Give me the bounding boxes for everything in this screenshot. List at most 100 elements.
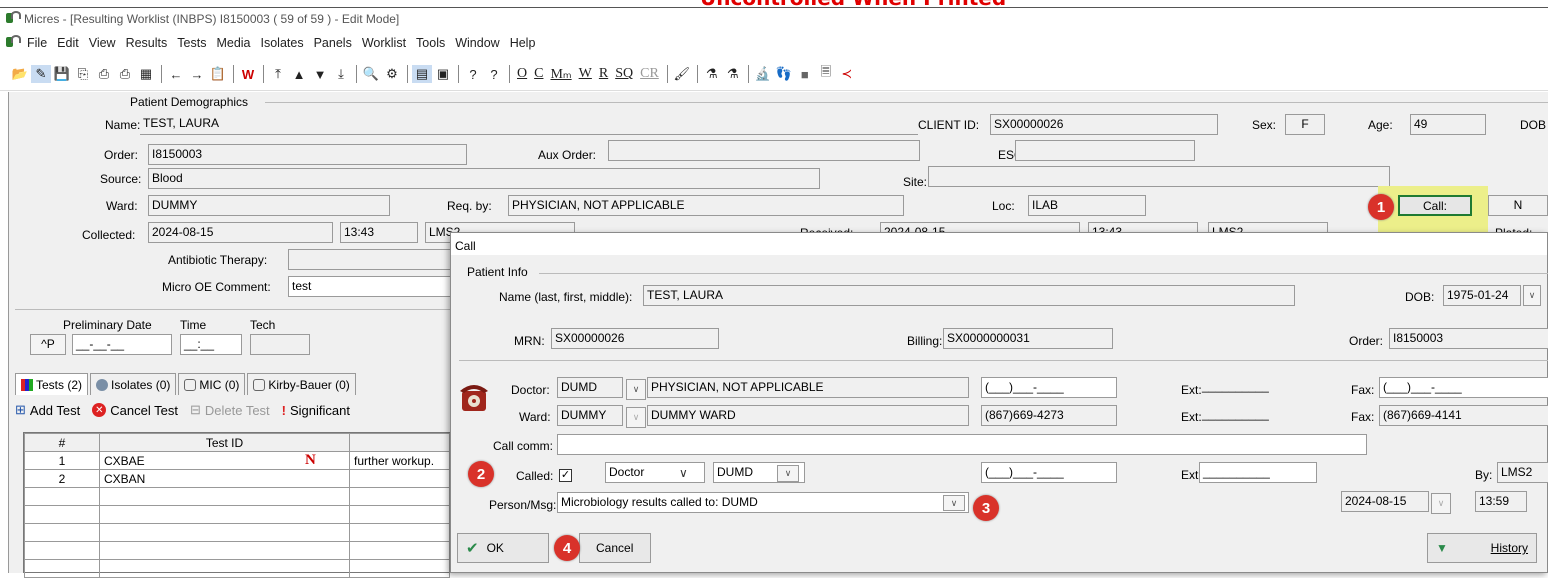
dob-label: DOB <box>1520 118 1547 132</box>
app-menu-icon[interactable] <box>6 35 22 49</box>
called-type-select[interactable]: Doctor <box>605 462 705 483</box>
called-type-chevron-down-icon[interactable]: ∨ <box>679 466 688 480</box>
aux-order-field[interactable] <box>608 140 920 161</box>
brush-icon[interactable]: 🖌 <box>672 65 692 83</box>
save-icon[interactable]: 💾 <box>52 65 72 83</box>
toolbar-sq-button[interactable]: SQ <box>612 65 636 83</box>
call-dialog: Call Patient Info Name (last, first, mid… <box>450 232 1548 573</box>
menu-tests[interactable]: Tests <box>177 36 206 50</box>
doctor-phone-field[interactable]: (___)___-____ <box>981 377 1117 398</box>
toolbar-r-button[interactable]: R <box>596 65 611 83</box>
called-phone-field[interactable]: (___)___-____ <box>981 462 1117 483</box>
doctor-dropdown-icon[interactable]: ∨ <box>626 379 646 400</box>
prev-record-icon[interactable]: ▲ <box>289 65 309 83</box>
document-icon[interactable]: 🗏 <box>816 64 836 83</box>
preliminary-time-field[interactable]: __:__ <box>180 334 242 355</box>
next-record-icon[interactable]: ▼ <box>310 65 330 83</box>
delete-test-button[interactable]: ⊟ Delete Test <box>190 402 270 418</box>
first-record-icon[interactable]: ⤒ <box>268 65 288 83</box>
dialog-order-field: I8150003 <box>1389 328 1548 349</box>
grid-header-test-id: Test ID <box>99 433 350 452</box>
stop-square-icon[interactable]: ■ <box>795 65 815 83</box>
table-row[interactable]: 2 CXBAN <box>24 469 450 488</box>
menu-isolates[interactable]: Isolates <box>261 36 304 50</box>
edit-icon[interactable]: ✎ <box>31 65 51 83</box>
beaker-icon[interactable]: ⚗ <box>723 65 743 83</box>
find-icon[interactable]: 🔍 <box>361 65 381 83</box>
tab-kirby-bauer[interactable]: Kirby-Bauer (0) <box>247 373 356 395</box>
doctor-fax-field[interactable]: (___)___-____ <box>1379 377 1548 398</box>
menu-help[interactable]: Help <box>510 36 536 50</box>
menu-edit[interactable]: Edit <box>57 36 79 50</box>
menu-window[interactable]: Window <box>455 36 499 50</box>
flask-icon[interactable]: ⚗ <box>702 65 722 83</box>
cancel-test-button[interactable]: ✕ Cancel Test <box>92 403 178 418</box>
site-label: Site: <box>903 175 928 189</box>
demographics-divider <box>265 102 1548 103</box>
menu-media[interactable]: Media <box>216 36 250 50</box>
table-row[interactable]: 1 CXBAE N further workup. <box>24 451 450 470</box>
menu-panels[interactable]: Panels <box>314 36 352 50</box>
clipboard-icon[interactable]: 📋 <box>208 65 228 83</box>
context-help-icon[interactable]: ? <box>484 65 504 83</box>
preliminary-p-button[interactable]: ^P <box>30 334 66 355</box>
antibiotic-field[interactable] <box>288 249 458 270</box>
open-folder-icon[interactable]: 📂 <box>10 65 30 83</box>
toolbar-w-button[interactable]: W <box>576 65 595 83</box>
menu-view[interactable]: View <box>89 36 116 50</box>
preliminary-date-field[interactable]: __-__-__ <box>72 334 172 355</box>
print-icon[interactable]: ⎙ <box>94 65 114 83</box>
worklist-w-icon[interactable]: W <box>238 65 258 83</box>
called-checkbox[interactable]: ✓ <box>559 469 572 482</box>
preliminary-divider <box>15 309 450 310</box>
signal-icon[interactable]: ≺ <box>837 65 857 83</box>
menu-file[interactable]: File <box>27 36 47 50</box>
microscope-icon[interactable]: 🔬 <box>753 65 773 83</box>
tests-grid: # Test ID 1 CXBAE N further workup. 2 CXB… <box>23 432 451 578</box>
settings-icon[interactable]: ⚙ <box>382 65 402 83</box>
site-field[interactable] <box>928 166 1390 187</box>
ok-label: OK <box>486 541 504 555</box>
arrow-left-icon[interactable]: ← <box>166 65 186 83</box>
toolbar-mm-button[interactable]: Mₘ <box>547 65 574 83</box>
chart-icon[interactable]: ▦ <box>136 65 156 83</box>
doctor-code-field[interactable]: DUMD <box>557 377 623 398</box>
report-icon[interactable]: ▣ <box>433 65 453 83</box>
call-comm-field[interactable] <box>557 434 1367 455</box>
eso-field[interactable] <box>1015 140 1195 161</box>
ok-button[interactable]: ✔ OK <box>457 533 549 563</box>
checkmark-icon: ✔ <box>466 540 479 557</box>
tab-isolates[interactable]: Isolates (0) <box>90 373 177 395</box>
dob-dropdown-icon[interactable]: ∨ <box>1523 285 1541 306</box>
arrow-right-icon[interactable]: → <box>187 65 207 83</box>
call-button[interactable]: Call: <box>1398 195 1472 216</box>
person-msg-dropdown-icon[interactable]: ∨ <box>943 495 965 511</box>
detail-tabs: Tests (2) Isolates (0) MIC (0) Kirby-Bau… <box>15 373 358 395</box>
add-test-button[interactable]: ⊞ Add Test <box>15 402 80 418</box>
menu-tools[interactable]: Tools <box>416 36 445 50</box>
tab-mic[interactable]: MIC (0) <box>178 373 246 395</box>
print-preview-icon[interactable]: ⎙ <box>115 65 135 83</box>
significant-button[interactable]: ! Significant <box>282 403 350 418</box>
tab-isolates-label: Isolates (0) <box>111 377 171 392</box>
footprints-icon[interactable]: 👣 <box>774 65 794 83</box>
person-msg-field[interactable]: Microbiology results called to: DUMD <box>557 492 969 513</box>
history-button[interactable]: ▼ History <box>1427 533 1537 563</box>
called-code-dropdown-icon[interactable]: ∨ <box>777 465 799 482</box>
help-icon[interactable]: ? <box>463 65 483 83</box>
doctor-ext-field[interactable]: __________ <box>1199 377 1317 398</box>
table-row-empty <box>24 541 450 560</box>
grid-icon[interactable]: ▤ <box>412 65 432 83</box>
tab-tests[interactable]: Tests (2) <box>15 373 89 395</box>
toolbar-c-button[interactable]: C <box>531 65 546 83</box>
micro-oe-field[interactable]: test <box>288 276 458 297</box>
toolbar-o-button[interactable]: O <box>514 65 530 83</box>
called-ext-field[interactable]: __________ <box>1199 462 1317 483</box>
menu-results[interactable]: Results <box>126 36 168 50</box>
menu-worklist[interactable]: Worklist <box>362 36 406 50</box>
toolbar-cr-button[interactable]: CR <box>637 65 662 83</box>
cancel-button[interactable]: Cancel <box>579 533 651 563</box>
copy-icon[interactable]: ⎘ <box>73 65 93 83</box>
call-date-dropdown-icon: ∨ <box>1431 493 1451 514</box>
last-record-icon[interactable]: ⤓ <box>331 65 351 83</box>
